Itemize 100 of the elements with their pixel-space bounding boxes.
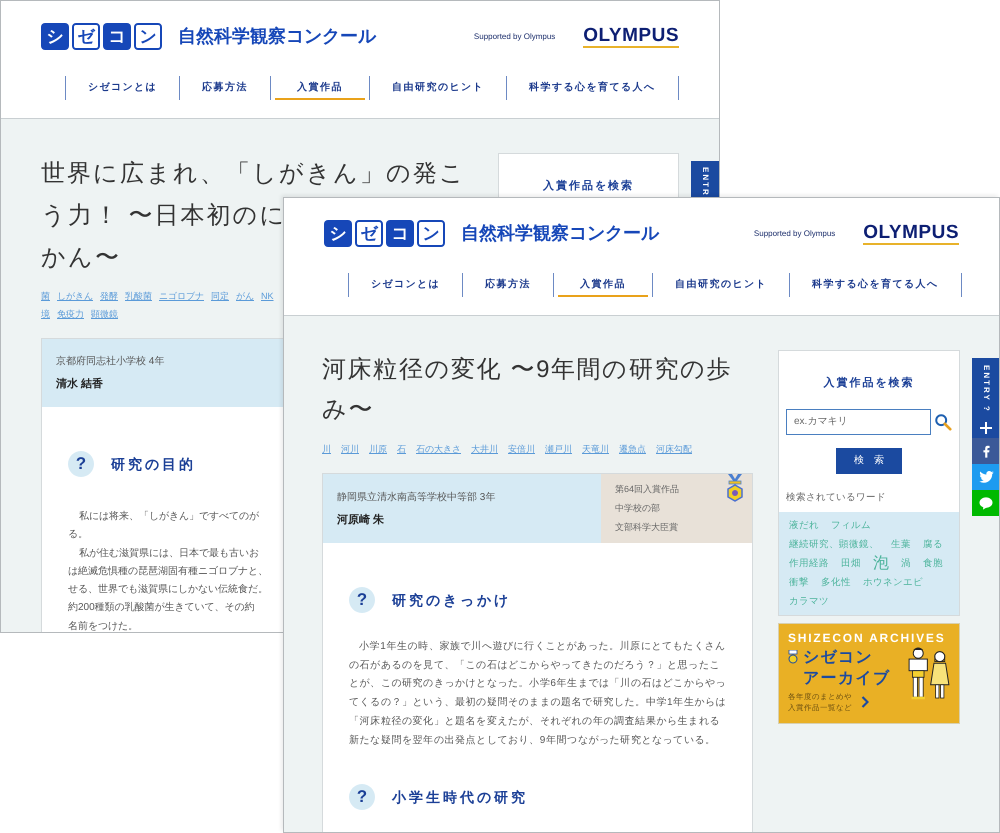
- logo-letter: シ: [324, 220, 352, 247]
- keyword-link[interactable]: フィルム: [831, 516, 871, 535]
- line-share-button[interactable]: [972, 490, 999, 516]
- entry-tab[interactable]: ENTRY ?: [972, 358, 999, 438]
- question-icon: ?: [349, 784, 375, 810]
- logo-letter: ン: [134, 23, 162, 50]
- facebook-share-button[interactable]: [972, 438, 999, 464]
- keyword-link[interactable]: カラマツ: [789, 592, 829, 611]
- bird-icon: [978, 471, 994, 483]
- award-text: 第64回入賞作品: [615, 483, 680, 496]
- tag-link[interactable]: 川: [322, 440, 331, 458]
- keyword-link[interactable]: 生葉: [891, 534, 911, 554]
- nav-tab[interactable]: 入賞作品: [558, 273, 648, 297]
- nav-tab[interactable]: 科学する心を育てる人へ: [790, 273, 960, 297]
- site-title[interactable]: 自然科学観察コンクール: [178, 23, 376, 50]
- school-text: 静岡県立清水南高等学校中等部 3年: [337, 490, 496, 505]
- keyword-link[interactable]: 衝撃: [789, 572, 809, 592]
- keyword-link[interactable]: 作用経路: [789, 554, 829, 573]
- award-text: 文部科学大臣賞: [615, 521, 678, 534]
- logo-letter: ゼ: [355, 220, 383, 247]
- award-text: 中学校の部: [615, 502, 660, 515]
- search-title: 入賞作品を検索: [822, 376, 916, 391]
- tag-link[interactable]: がん: [236, 287, 254, 305]
- nav-tab[interactable]: 自由研究のヒント: [370, 76, 506, 100]
- student-name: 清水 結香: [56, 376, 104, 392]
- tag-link[interactable]: 境: [41, 305, 50, 323]
- paragraph-line: 私が住む滋賀県には、日本で最も古いお: [79, 546, 259, 561]
- nav-tab[interactable]: 応募方法: [180, 76, 270, 100]
- tag-link[interactable]: 乳酸菌: [125, 287, 152, 305]
- keyword-link[interactable]: 継続研究、顕微鏡、: [789, 534, 879, 554]
- tag-link[interactable]: 菌: [41, 287, 50, 305]
- keyword-link[interactable]: 食胞: [923, 554, 943, 573]
- nav-tab[interactable]: 応募方法: [463, 273, 553, 297]
- school-text: 京都府同志社小学校 4年: [56, 354, 164, 369]
- sponsor-logo[interactable]: OLYMPUS: [583, 26, 679, 48]
- logo-letter: コ: [386, 220, 414, 247]
- nav-tab[interactable]: 科学する心を育てる人へ: [507, 76, 678, 100]
- tag-link[interactable]: 大井川: [471, 440, 498, 458]
- paragraph: 小学1年生の時、家族で川へ遊びに行くことがあった。川原にとてもたくさんの石があるのを見て、「この石はどこからやってきたのだろう？」と思ったことが、この研究のきっかけとなった。小学6年生までは「川の石はどこからやってくるの？」という、最初の疑問そのままの題名で研究した。中学1年生からは「河床粒径の変化」と題名を変えたが、それぞれの年の調査結果から生まれる新たな疑問を翌年の出発点としており、9年間つながった研究となっている。: [349, 640, 727, 748]
- tag-link[interactable]: 河床勾配: [656, 440, 692, 458]
- tag-link[interactable]: 石: [397, 440, 406, 458]
- keyword-link[interactable]: 多化性: [821, 572, 851, 592]
- article-title: かん〜: [41, 243, 121, 273]
- paragraph-line: 名前をつけた。: [68, 620, 138, 632]
- logo-letter: シ: [41, 23, 69, 50]
- tag-link[interactable]: 河川: [341, 440, 359, 458]
- entry-label: ENTR: [700, 167, 711, 198]
- article-title: 世界に広まれ、「しがきん」の発こ: [41, 159, 466, 189]
- nav-tab[interactable]: 入賞作品: [275, 76, 365, 100]
- entry-label: ENTRY ?: [981, 365, 992, 413]
- nav-tab[interactable]: シゼコンとは: [349, 273, 462, 297]
- keyword-link[interactable]: 液だれ: [789, 516, 819, 535]
- keyword-link[interactable]: 田畑: [841, 554, 861, 573]
- question-icon: ?: [349, 587, 375, 613]
- chevron-right-icon: [861, 696, 869, 708]
- keyword-link[interactable]: 渦: [901, 554, 911, 573]
- search-field[interactable]: ex.カマキリ: [786, 408, 931, 434]
- tag-link[interactable]: 遷急点: [619, 440, 646, 458]
- section-heading: 小学生時代の研究: [392, 788, 528, 807]
- logo-letter: コ: [103, 23, 131, 50]
- archive-name: アーカイブ: [803, 668, 890, 689]
- tag-link[interactable]: 瀬戸川: [545, 440, 572, 458]
- nav-tab[interactable]: シゼコンとは: [66, 76, 179, 100]
- search-button[interactable]: 検 索: [836, 448, 902, 474]
- speech-bubble-icon: [979, 496, 993, 510]
- popular-words-label: 検索されているワード: [785, 490, 887, 504]
- supported-by-text: Supported by Olympus: [474, 30, 556, 42]
- tag-link[interactable]: 同定: [211, 287, 229, 305]
- keyword-link[interactable]: ホウネンエビ: [863, 572, 923, 592]
- article-title: 河床粒径の変化 〜9年間の研究の歩み〜: [322, 355, 734, 425]
- paragraph-line: 約200種類の乳酸菌が生きていて、その約: [68, 600, 255, 616]
- tag-link[interactable]: 顕微鏡: [91, 305, 118, 323]
- medal-icon: [788, 650, 798, 664]
- tag-link[interactable]: ニゴロブナ: [159, 287, 204, 305]
- archive-name: シゼコン: [803, 648, 874, 668]
- tag-link[interactable]: NK: [261, 287, 274, 305]
- article-title: う力！ 〜日本初のに: [41, 201, 287, 231]
- paragraph-line: 私には将来、「しがきん」ですべてのが: [79, 510, 259, 524]
- tag-link[interactable]: 発酵: [100, 287, 118, 305]
- twitter-share-button[interactable]: [972, 464, 999, 490]
- question-icon: ?: [68, 451, 94, 477]
- keyword-link[interactable]: 腐る: [923, 534, 943, 554]
- archive-title: SHIZECON ARCHIVES: [788, 630, 947, 647]
- paragraph-line: せる、世界でも滋賀県にしかない伝統食だ。: [68, 582, 268, 598]
- tag-link[interactable]: 川原: [369, 440, 387, 458]
- supported-by-text: Supported by Olympus: [754, 228, 836, 240]
- entry-tab[interactable]: ENTR: [691, 161, 719, 198]
- tag-link[interactable]: 天竜川: [582, 440, 609, 458]
- nav-tab[interactable]: 自由研究のヒント: [653, 273, 789, 297]
- site-title[interactable]: 自然科学観察コンクール: [461, 220, 659, 247]
- keyword-link[interactable]: 泡: [873, 554, 889, 573]
- tag-link[interactable]: しがきん: [57, 287, 93, 305]
- facebook-icon: [982, 444, 990, 458]
- tag-link[interactable]: 免疫力: [57, 305, 84, 323]
- sponsor-logo[interactable]: OLYMPUS: [863, 222, 959, 244]
- tag-link[interactable]: 安倍川: [508, 440, 535, 458]
- search-title: 入賞作品を検索: [542, 178, 635, 194]
- paragraph-line: る。: [68, 528, 88, 542]
- tag-link[interactable]: 石の大きさ: [416, 440, 461, 458]
- section-heading: 研究の目的: [111, 454, 196, 474]
